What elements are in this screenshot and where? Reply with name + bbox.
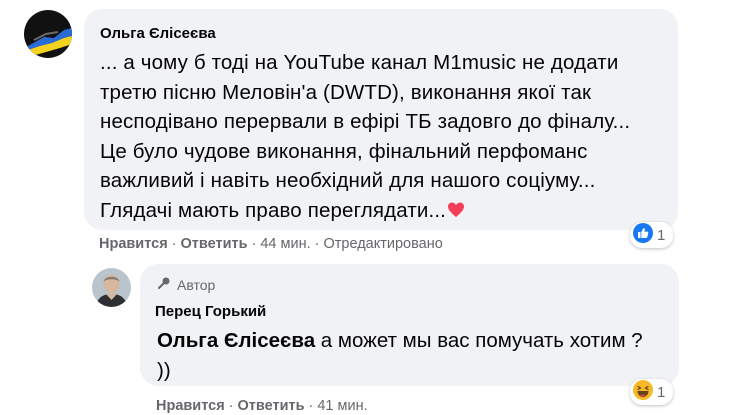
comment-actions: Нравится · Ответить · 44 мин. · Отредактирован… (99, 236, 443, 252)
reply-author[interactable]: Перец Горький (155, 303, 266, 320)
avatar-image (24, 10, 72, 58)
edited-label: Отредактировано (323, 236, 443, 252)
comment-line: Це було чудове виконання, фінальний перф… (100, 139, 588, 163)
microphone-icon (157, 276, 171, 293)
reaction-count: 1 (657, 226, 666, 244)
comment-body: ... а чому б тоді на YouTube канал M1mus… (100, 48, 675, 227)
comment-line: ... а чому б тоді на YouTube канал M1mus… (100, 51, 619, 74)
like-icon (633, 223, 653, 247)
author-badge: Автор (157, 276, 215, 293)
like-button[interactable]: Нравится (156, 398, 225, 414)
comment-line: Глядачі мають право переглядати... (100, 198, 447, 222)
separator: · (228, 398, 234, 414)
timestamp[interactable]: 44 мин. (260, 236, 310, 252)
separator: · (314, 236, 320, 252)
comment-line-last: Глядачі мають право переглядати... (100, 196, 675, 228)
heart-emoji-icon (447, 198, 465, 228)
comment-reactions[interactable]: 1 (630, 222, 674, 248)
comment-line: третю пісню Меловін'а (DWTD), виконання … (100, 80, 592, 104)
avatar[interactable] (24, 10, 72, 58)
separator: · (171, 236, 177, 252)
reply-line: а может мы вас помучать хотим ? (315, 329, 643, 352)
comment-line: несподівано перервали в ефірі ТБ задовго… (100, 110, 631, 133)
separator: · (308, 398, 314, 414)
reply-button[interactable]: Ответить (238, 398, 305, 414)
like-button[interactable]: Нравится (99, 236, 168, 252)
reaction-count: 1 (657, 383, 666, 401)
timestamp[interactable]: 41 мин. (317, 398, 367, 414)
avatar-image (92, 268, 131, 307)
reply-actions: Нравится · Ответить · 41 мин. (156, 398, 368, 414)
comment-author[interactable]: Ольга Єлісеєва (100, 25, 216, 42)
haha-icon (633, 380, 653, 404)
reply-line: )) (157, 358, 171, 382)
reply-reactions[interactable]: 1 (630, 379, 674, 405)
author-badge-label: Автор (177, 276, 216, 293)
separator: · (251, 236, 257, 252)
reply-body: Ольга Єлісеєва а может мы вас помучать х… (157, 326, 677, 385)
reply-avatar[interactable] (92, 268, 131, 307)
comment-line: важливий і навіть необхідний для нашого … (100, 169, 596, 192)
mention-tag[interactable]: Ольга Єлісеєва (157, 329, 315, 352)
reply-button[interactable]: Ответить (181, 236, 248, 252)
